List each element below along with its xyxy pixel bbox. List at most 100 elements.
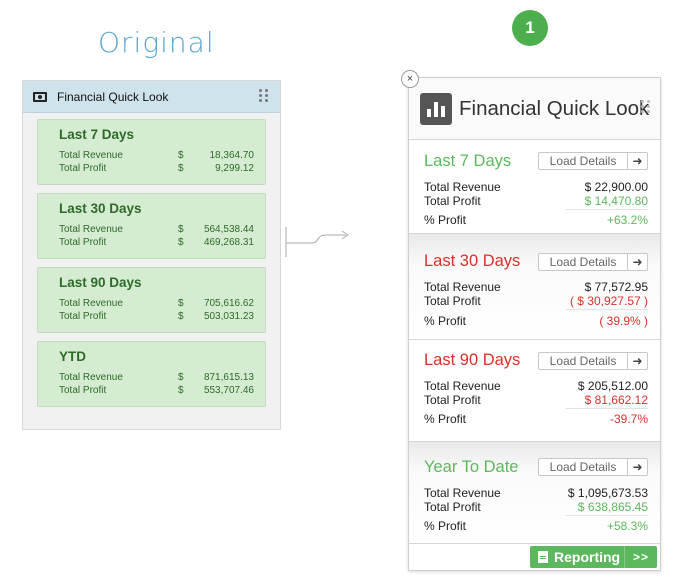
arrow-right-icon: ➜ — [632, 460, 643, 474]
reporting-label: Reporting — [554, 549, 621, 565]
revenue-row: Total Revenue $564,538.44 — [59, 223, 265, 236]
revenue-row: Total Revenue $871,615.13 — [59, 371, 265, 384]
profit-value: $ 14,470.80 — [584, 194, 648, 208]
revenue-label: Total Revenue — [424, 180, 501, 194]
percent-value: +58.3% — [606, 519, 648, 533]
currency-symbol: $ — [178, 372, 184, 383]
revenue-label: Total Revenue — [424, 379, 501, 393]
document-icon — [538, 551, 548, 563]
arrow-right-icon: ➜ — [632, 255, 643, 269]
profit-label: Total Profit — [424, 194, 481, 208]
row-value: 503,031.23 — [203, 311, 254, 322]
currency-symbol: $ — [178, 224, 184, 235]
revenue-value: $ 22,900.00 — [584, 180, 648, 194]
row-label: Total Revenue — [59, 372, 123, 383]
currency-symbol: $ — [178, 385, 184, 396]
original-widget: Financial Quick Look Last 7 Days Total R… — [22, 80, 281, 430]
card-title: Last 30 Days — [59, 201, 142, 216]
card-title: Last 7 Days — [59, 127, 135, 142]
row-value: 705,616.62 — [203, 298, 254, 309]
percent-label: % Profit — [424, 213, 467, 227]
revenue-value: $ 1,095,673.53 — [567, 486, 648, 500]
section-last-90-days: Last 90 Days Load Details ➜ Total Revenu… — [409, 340, 660, 442]
load-details-label: Load Details — [539, 153, 628, 169]
row-value: 564,538.44 — [203, 224, 254, 235]
close-button[interactable]: × — [401, 70, 419, 88]
revenue-row: Total Revenue $18,364.70 — [59, 149, 265, 162]
percent-row: % Profit +63.2% — [424, 213, 648, 227]
new-widget: Financial Quick Look Last 7 Days Load De… — [408, 77, 661, 571]
original-label: Original — [98, 26, 215, 59]
card-title: Last 90 Days — [59, 275, 142, 290]
new-widget-header: Financial Quick Look — [409, 78, 660, 140]
revenue-label: Total Revenue — [424, 280, 501, 294]
profit-row: Total Profit $469,268.31 — [59, 236, 265, 249]
percent-label: % Profit — [424, 314, 467, 328]
load-details-button[interactable]: Load Details ➜ — [538, 458, 648, 476]
currency-symbol: $ — [178, 298, 184, 309]
revenue-row: Total Revenue $ 205,512.00 — [424, 379, 648, 393]
currency-symbol: $ — [178, 150, 184, 161]
section-last-30-days: Last 30 Days Load Details ➜ Total Revenu… — [409, 234, 660, 340]
row-label: Total Profit — [59, 163, 107, 174]
profit-label: Total Profit — [424, 500, 481, 514]
row-label: Total Profit — [59, 237, 107, 248]
drag-handle-icon[interactable] — [641, 100, 650, 113]
load-details-button[interactable]: Load Details ➜ — [538, 152, 648, 170]
drag-handle-icon[interactable] — [259, 89, 269, 103]
profit-value: $ 638,865.45 — [577, 500, 648, 514]
profit-value: ( $ 30,927.57 ) — [569, 294, 648, 308]
reporting-main[interactable]: Reporting — [530, 546, 625, 568]
profit-row: Total Profit $ 81,662.12 — [424, 393, 648, 407]
divider — [566, 408, 648, 409]
money-icon — [33, 91, 47, 102]
profit-row: Total Profit $9,299.12 — [59, 162, 265, 175]
section-year-to-date: Year To Date Load Details ➜ Total Revenu… — [409, 442, 660, 544]
arrow-right-icon: ➜ — [632, 354, 643, 368]
row-value: 871,615.13 — [203, 372, 254, 383]
revenue-row: Total Revenue $705,616.62 — [59, 297, 265, 310]
section-title: Last 90 Days — [424, 351, 521, 369]
profit-row: Total Profit $553,707.46 — [59, 384, 265, 397]
row-label: Total Profit — [59, 385, 107, 396]
section-title: Last 30 Days — [424, 252, 521, 270]
row-value: 9,299.12 — [215, 163, 254, 174]
percent-value: +63.2% — [606, 213, 648, 227]
revenue-value: $ 77,572.95 — [584, 280, 648, 294]
revenue-row: Total Revenue $ 77,572.95 — [424, 280, 648, 294]
step-badge: 1 — [512, 10, 548, 46]
original-card-7-days: Last 7 Days Total Revenue $18,364.70 Tota… — [37, 119, 266, 185]
profit-row: Total Profit $503,031.23 — [59, 310, 265, 323]
percent-row: % Profit -39.7% — [424, 412, 648, 426]
load-details-button[interactable]: Load Details ➜ — [538, 352, 648, 370]
revenue-value: $ 205,512.00 — [577, 379, 648, 393]
currency-symbol: $ — [178, 163, 184, 174]
section-last-7-days: Last 7 Days Load Details ➜ Total Revenue… — [409, 140, 660, 234]
original-card-30-days: Last 30 Days Total Revenue $564,538.44 To… — [37, 193, 266, 259]
load-details-label: Load Details — [539, 254, 628, 270]
profit-row: Total Profit $ 14,470.80 — [424, 194, 648, 208]
load-details-button[interactable]: Load Details ➜ — [538, 253, 648, 271]
row-label: Total Revenue — [59, 224, 123, 235]
bar-chart-icon — [420, 92, 452, 125]
reporting-go-button[interactable]: >> — [625, 546, 657, 568]
divider — [566, 209, 648, 210]
percent-label: % Profit — [424, 519, 467, 533]
original-widget-title: Financial Quick Look — [57, 89, 169, 104]
percent-row: % Profit ( 39.9% ) — [424, 314, 648, 328]
revenue-row: Total Revenue $ 1,095,673.53 — [424, 486, 648, 500]
original-card-90-days: Last 90 Days Total Revenue $705,616.62 To… — [37, 267, 266, 333]
row-value: 18,364.70 — [209, 150, 255, 161]
currency-symbol: $ — [178, 311, 184, 322]
load-details-label: Load Details — [539, 353, 628, 369]
profit-value: $ 81,662.12 — [584, 393, 648, 407]
row-value: 553,707.46 — [203, 385, 254, 396]
profit-row: Total Profit ( $ 30,927.57 ) — [424, 294, 648, 308]
original-card-ytd: YTD Total Revenue $871,615.13 Total Profi… — [37, 341, 266, 407]
section-title: Year To Date — [424, 458, 519, 476]
row-value: 469,268.31 — [203, 237, 254, 248]
percent-row: % Profit +58.3% — [424, 519, 648, 533]
row-label: Total Revenue — [59, 298, 123, 309]
reporting-button[interactable]: Reporting >> — [530, 546, 657, 568]
profit-label: Total Profit — [424, 393, 481, 407]
